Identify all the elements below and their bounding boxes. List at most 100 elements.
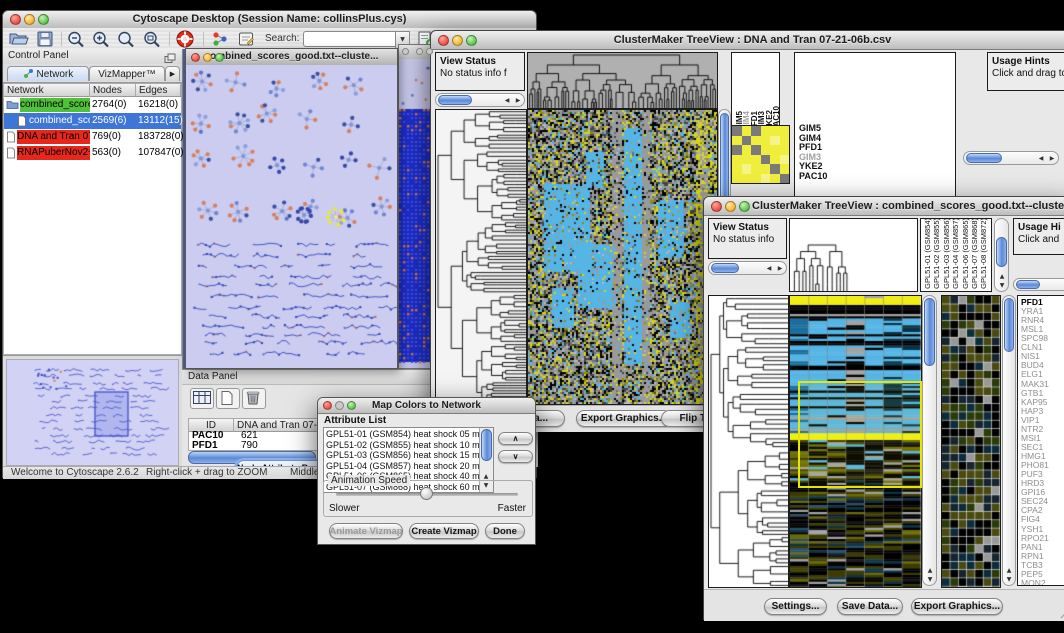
scroll-right-icon[interactable]: ▶ [775,265,785,273]
attribute-list-item[interactable]: GPL51-03 (GSM856) heat shock 15 min [326,450,487,460]
tv1-hints-hscroll-thumb[interactable] [966,153,1002,163]
tv2-column-dendrogram-panel[interactable] [789,218,918,292]
network-table-row[interactable]: RNAPuberNov2+563(0)107847(0) [4,145,181,161]
close-icon[interactable] [10,14,21,25]
matrix-cell[interactable] [742,164,752,174]
attribute-list-item[interactable]: GPL51-01 (GSM854) heat shock 05 min [326,429,487,439]
save-icon[interactable] [36,30,56,50]
tv2-zoom-heatmap[interactable] [941,295,1001,588]
matrix-cell[interactable] [732,145,742,155]
minimize-icon[interactable] [203,53,212,62]
animate-vizmap-button[interactable]: Animate Vizmap [329,523,403,539]
network-table-row[interactable]: combined_scores2764(0)16218(0) [4,97,181,113]
tv2-heatmap-vscroll-thumb[interactable] [924,298,935,366]
move-down-button[interactable]: ∨ [498,450,533,463]
tv2-zoom-vscroll-thumb[interactable] [1004,298,1014,352]
matrix-cell[interactable] [770,126,780,136]
matrix-cell[interactable] [770,136,780,146]
maximize-icon[interactable] [347,401,356,410]
matrix-cell[interactable] [780,136,790,146]
matrix-cell[interactable] [780,155,790,165]
scroll-left-icon[interactable]: ◀ [1036,155,1046,163]
scroll-down-icon[interactable]: ▼ [925,576,935,584]
close-icon[interactable] [402,48,409,55]
close-icon[interactable] [711,201,722,212]
tv2-heatmap-vscrollbar[interactable]: ▲ ▼ [922,295,937,586]
tv1-zoom-matrix[interactable] [731,125,790,184]
tab-vizmapper[interactable]: VizMapper™ [89,66,165,81]
zoom-fit-icon[interactable] [142,30,162,50]
vizmapper-nodes-icon[interactable] [211,30,231,50]
matrix-cell[interactable] [751,155,761,165]
tv2-heatmap-selection[interactable] [798,381,922,488]
tv2-column-label[interactable]: GPL51-07 (GSM868) [970,218,979,289]
tv2-column-label[interactable]: GPL51-03 (GSM856) [942,218,951,289]
matrix-cell[interactable] [751,174,761,184]
matrix-cell[interactable] [761,174,771,184]
tv2-hints-hscrollbar[interactable] [1013,278,1064,291]
zoom-out-icon[interactable] [66,30,86,50]
tv2-column-label[interactable]: GPL51-06 (GSM865) [961,218,970,289]
tab-overflow-button[interactable]: ▶ [165,66,180,81]
tv2-row-dendrogram[interactable] [708,295,789,588]
tv1-hints-hscrollbar[interactable]: ◀ ▶ [963,151,1059,165]
treeview1-title-bar[interactable]: ClusterMaker TreeView : DNA and Tran 07-… [431,31,1064,50]
tv1-status-hscroll-thumb[interactable] [438,95,472,105]
tv1-heatmap-vscroll-thumb[interactable] [720,113,729,209]
matrix-cell[interactable] [770,155,780,165]
done-button[interactable]: Done [485,523,525,539]
speed-slider-thumb[interactable] [420,487,433,500]
matrix-cell[interactable] [761,155,771,165]
maximize-icon[interactable] [426,48,433,55]
matrix-cell[interactable] [732,164,742,174]
minimize-icon[interactable] [452,35,463,46]
matrix-cell[interactable] [742,155,752,165]
tv2-column-label[interactable]: GPL51-01 (GSM854) [923,218,932,289]
tv2-column-label[interactable]: GPL51-04 (GSM857) [951,218,960,289]
delete-attribute-trash-icon[interactable] [242,388,266,409]
attribute-list-item[interactable]: GPL51-02 (GSM855) heat shock 10 min [326,440,487,450]
network-table-row[interactable]: DNA and Tran 07769(0)183728(0) [4,129,181,145]
tv2-column-label[interactable]: GPL51-08 (GSM872) [979,218,988,289]
matrix-cell[interactable] [770,174,780,184]
matrix-cell[interactable] [751,136,761,146]
birdseye-overview-canvas[interactable] [6,359,179,466]
tv1-global-heatmap[interactable] [527,109,718,405]
scroll-up-icon[interactable]: ▲ [925,567,935,575]
tv2-export-graphics-button[interactable]: Export Graphics... [911,598,1003,615]
zoom-selected-icon[interactable] [116,30,136,50]
matrix-cell[interactable] [751,164,761,174]
help-lifebuoy-icon[interactable] [175,29,195,49]
table-mode-icon[interactable] [190,388,214,409]
new-attribute-icon[interactable] [216,388,240,409]
dialog-title-bar[interactable]: Map Colors to Network [318,398,535,414]
tv2-status-hscroll-thumb[interactable] [711,263,739,273]
matrix-cell[interactable] [770,164,780,174]
scroll-up-icon[interactable]: ▲ [1004,567,1014,575]
matrix-cell[interactable] [780,145,790,155]
col-header-network[interactable]: Network [4,84,90,97]
tv2-labels-vscrollbar[interactable]: ▲ ▼ [994,218,1009,292]
close-icon[interactable] [438,35,449,46]
matrix-cell[interactable] [770,145,780,155]
main-title-bar[interactable]: Cytoscape Desktop (Session Name: collins… [3,11,536,29]
scroll-right-icon[interactable]: ▶ [1047,155,1057,163]
tv1-row-dendrogram[interactable] [435,109,527,405]
move-up-button[interactable]: ∧ [498,432,533,445]
tv2-settings-button[interactable]: Settings... [764,598,827,615]
matrix-cell[interactable] [761,126,771,136]
tv2-hints-hscroll-thumb[interactable] [1016,280,1040,289]
annotation-icon[interactable] [237,30,257,50]
close-icon[interactable] [191,53,200,62]
tv2-labels-vscroll-thumb[interactable] [996,237,1007,267]
tv2-column-label[interactable]: GPL51-02 (GSM855) [932,218,941,289]
maximize-icon[interactable] [38,14,49,25]
tv2-save-data-button[interactable]: Save Data... [837,598,903,615]
create-vizmap-button[interactable]: Create Vizmap [409,523,479,539]
minimize-icon[interactable] [725,201,736,212]
matrix-cell[interactable] [742,126,752,136]
minimize-icon[interactable] [335,401,344,410]
tab-network[interactable]: Network [7,66,89,81]
scroll-right-icon[interactable]: ▶ [513,97,523,105]
scroll-down-icon[interactable]: ▼ [1004,576,1014,584]
